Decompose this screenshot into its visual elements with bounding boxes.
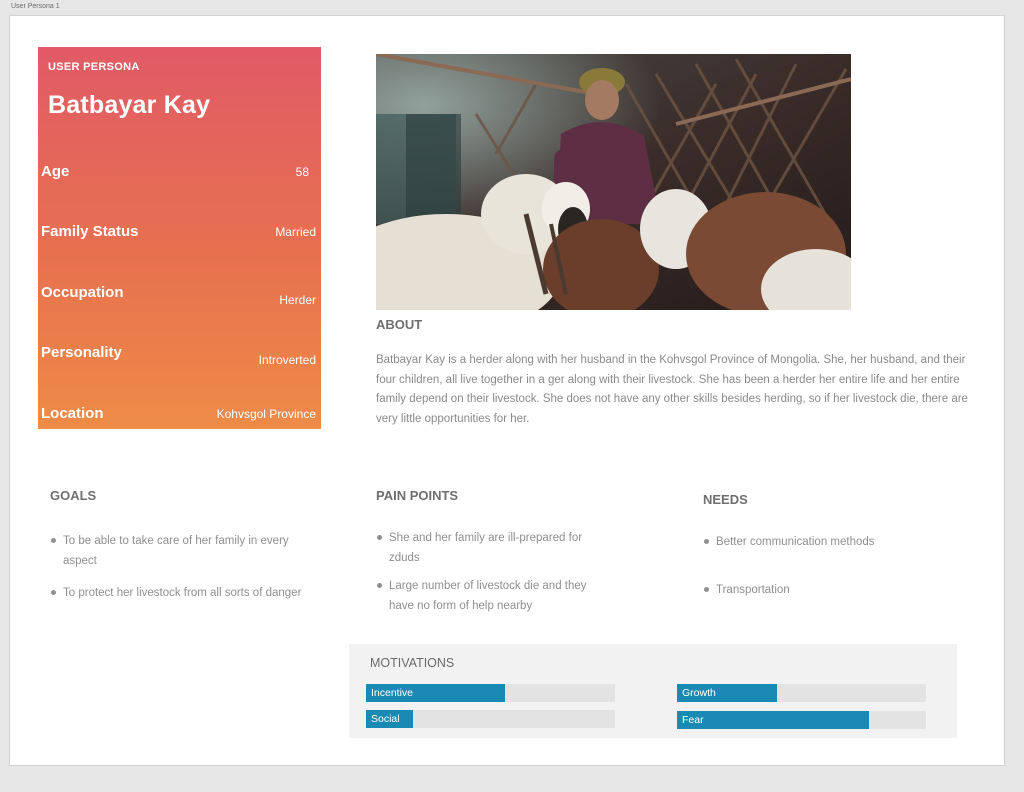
persona-artboard: USER PERSONA Batbayar Kay Age 58 Family … (9, 15, 1005, 766)
list-item: Transportation (703, 581, 963, 601)
needs-list: Better communication methods Transportat… (703, 533, 963, 600)
motivation-bar-label: Fear (682, 714, 704, 726)
attribute-label: Occupation (41, 284, 124, 301)
artboard-title[interactable]: User Persona 1 (11, 3, 60, 10)
needs-title: NEEDS (703, 492, 748, 507)
persona-eyebrow: USER PERSONA (48, 61, 140, 73)
attribute-label: Family Status (41, 223, 139, 240)
motivations-title: MOTIVATIONS (370, 656, 455, 670)
attribute-label: Personality (41, 344, 122, 361)
list-item: To be able to take care of her family in… (50, 532, 320, 571)
attribute-age: Age 58 (38, 163, 321, 185)
attribute-value: Introverted (258, 353, 316, 367)
attribute-family-status: Family Status Married (38, 223, 321, 245)
attribute-label: Location (41, 405, 104, 422)
list-item: She and her family are ill-prepared for … (376, 529, 604, 568)
motivation-bar-label: Growth (682, 687, 716, 699)
goals-title: GOALS (50, 488, 97, 503)
attribute-value: 58 (295, 165, 309, 179)
attribute-value: Kohvsgol Province (216, 407, 316, 421)
goals-list: To be able to take care of her family in… (50, 532, 320, 604)
motivation-bar-growth: Growth (677, 684, 926, 702)
persona-card: USER PERSONA Batbayar Kay Age 58 Family … (38, 47, 321, 429)
motivation-bar-social: Social (366, 710, 615, 728)
motivation-bar-fear: Fear (677, 711, 926, 729)
persona-name: Batbayar Kay (48, 91, 211, 119)
about-title: ABOUT (376, 317, 423, 332)
persona-photo (376, 54, 851, 310)
motivation-bar-label: Incentive (371, 687, 414, 699)
attribute-personality: Personality Introverted (38, 344, 321, 367)
motivation-bar-label: Social (371, 713, 400, 725)
motivation-bar-fill (677, 711, 869, 729)
pain-points-list: She and her family are ill-prepared for … (376, 529, 604, 616)
attribute-occupation: Occupation Herder (38, 284, 321, 307)
attribute-value: Married (275, 225, 316, 239)
list-item: Large number of livestock die and they h… (376, 577, 604, 616)
list-item: To protect her livestock from all sorts … (50, 584, 320, 604)
about-text: Batbayar Kay is a herder along with her … (376, 354, 968, 425)
attribute-label: Age (41, 163, 70, 180)
herder-photo-illustration (376, 54, 851, 310)
motivations-panel: MOTIVATIONS Incentive Growth Social Fear (349, 644, 957, 738)
attribute-location: Location Kohvsgol Province (38, 405, 321, 427)
list-item: Better communication methods (703, 533, 963, 553)
motivation-bar-incentive: Incentive (366, 684, 615, 702)
attribute-value: Herder (279, 293, 316, 307)
pain-points-title: PAIN POINTS (376, 488, 459, 503)
